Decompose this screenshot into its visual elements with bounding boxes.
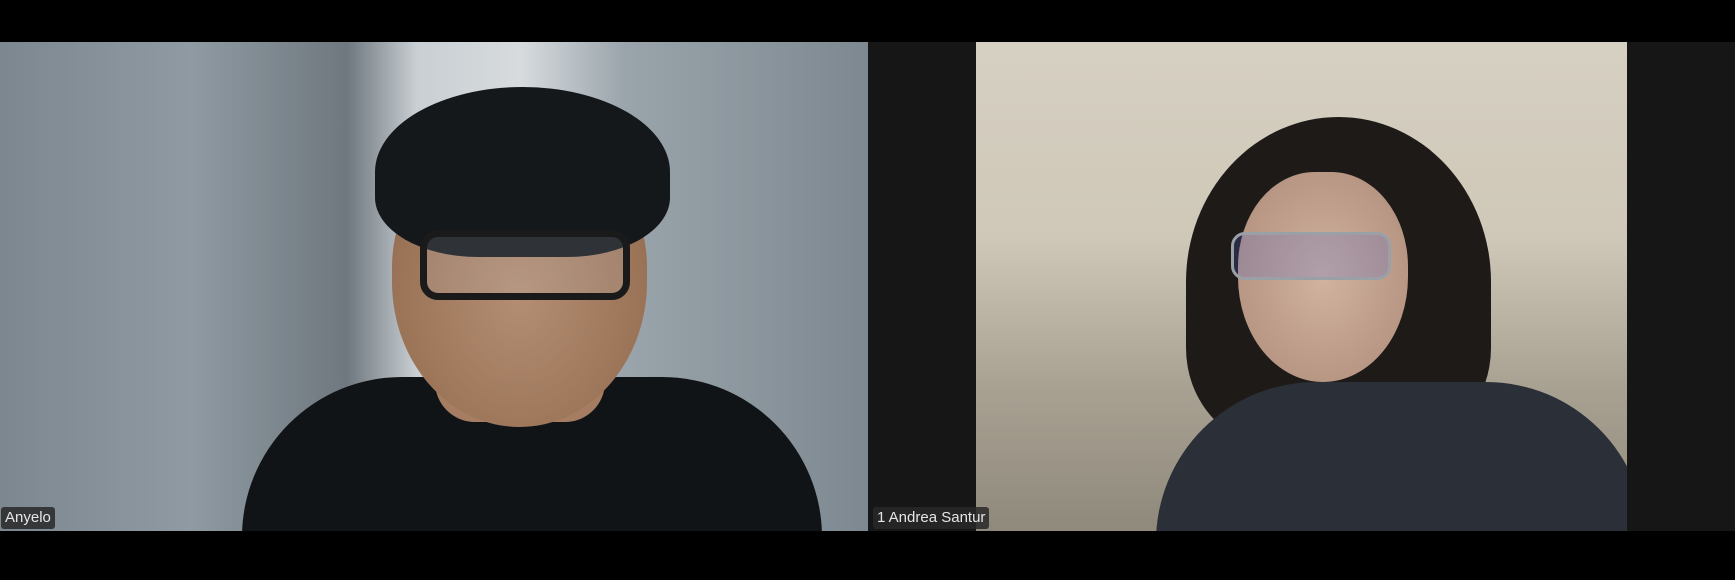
- participant-name-label: Anyelo: [1, 507, 55, 529]
- participant-silhouette: [1231, 232, 1391, 280]
- participant-video: [976, 42, 1627, 531]
- bottom-bar: [0, 531, 1735, 580]
- top-bar: [0, 0, 1735, 42]
- participant-tile-andrea[interactable]: 1 Andrea Santur: [868, 42, 1735, 531]
- participant-tile-anyelo[interactable]: Anyelo: [0, 42, 868, 531]
- participant-silhouette: [420, 230, 630, 300]
- video-gallery: Anyelo 1 Andrea Santur: [0, 42, 1735, 531]
- participant-name-label: 1 Andrea Santur: [873, 507, 990, 529]
- participant-video: [0, 42, 868, 531]
